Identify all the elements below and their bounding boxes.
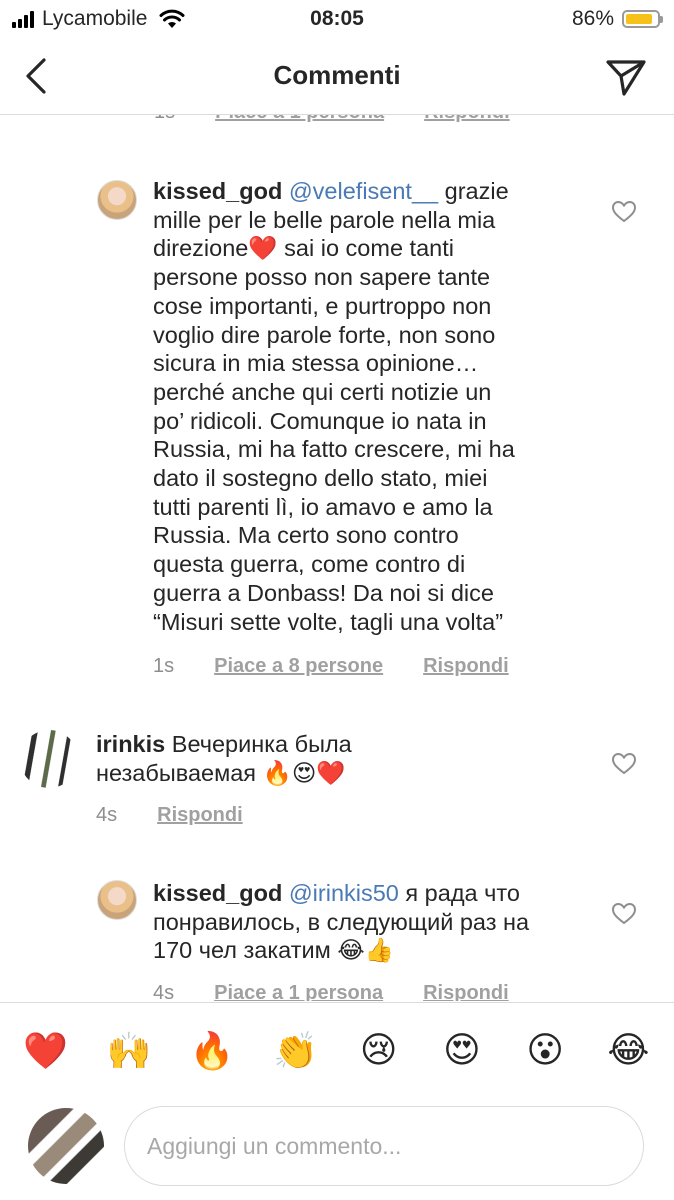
surprised-emoji-button[interactable]: 😮 — [515, 1030, 575, 1071]
comment-username[interactable]: irinkis — [96, 731, 165, 757]
comment-username[interactable]: kissed_god — [153, 880, 282, 906]
comment-time: 4s — [153, 982, 175, 1001]
comment-line: sicura in mia stessa opinione… — [153, 350, 479, 377]
likes-link[interactable]: Piace a 1 persona — [214, 982, 383, 1001]
comment-meta: 4s Piace a 1 persona Rispondi — [153, 982, 509, 1001]
comment-line: незабываемая 🔥😍❤️ — [96, 759, 346, 786]
direct-send-icon[interactable] — [604, 54, 648, 98]
my-avatar — [28, 1108, 104, 1184]
comment-meta-previous: 1s Piace a 1 persona Rispondi — [154, 115, 510, 124]
crying-emoji-button[interactable]: 😢 — [349, 1030, 409, 1071]
reply-button[interactable]: Rispondi — [157, 804, 243, 827]
comment-line: voglio dire parole forte, non sono — [153, 321, 496, 348]
heart-emoji-button[interactable]: ❤️ — [16, 1030, 76, 1072]
header: Commenti — [0, 40, 674, 115]
comment-line: persone posso non sapere tante — [153, 264, 491, 291]
comment-mention[interactable]: @irinkis50 — [289, 880, 399, 906]
reply-button[interactable]: Rispondi — [423, 982, 509, 1001]
comment-line: grazie — [438, 178, 509, 204]
fire-emoji-button[interactable]: 🔥 — [182, 1030, 242, 1072]
avatar[interactable] — [20, 730, 78, 788]
comment-line: mille per le belle parole nella mia — [153, 206, 496, 233]
comment-time: 1s — [154, 115, 175, 124]
comment-line: dato il sostegno dello stato, miei — [153, 465, 488, 492]
heart-icon[interactable] — [611, 199, 637, 225]
comment-line: perché anche qui certi notizie un — [153, 378, 492, 405]
comment-input[interactable] — [124, 1106, 644, 1186]
comment-line: “Misuri sette volte, tagli una volta” — [153, 608, 504, 635]
status-bar: Lycamobile 08:05 86% — [0, 0, 674, 40]
page-title: Commenti — [273, 60, 401, 90]
comment-body: kissed_god @velefisent__ grazie mille pe… — [153, 177, 593, 636]
raising-hands-emoji-button[interactable]: 🙌 — [99, 1030, 159, 1072]
heart-icon[interactable] — [611, 901, 637, 927]
comment-line: Вечеринка была — [165, 731, 352, 757]
likes-link[interactable]: Piace a 1 persona — [215, 115, 384, 124]
comment-meta: 1s Piace a 8 persone Rispondi — [153, 655, 509, 678]
comment-line: guerra a Donbass! Da noi si dice — [153, 579, 494, 606]
avatar[interactable] — [97, 880, 137, 920]
comment-time: 1s — [153, 655, 175, 677]
comment-line: я рада что — [398, 880, 520, 906]
comment-body: kissed_god @irinkis50 я рада что понрави… — [153, 879, 593, 965]
comment-composer — [0, 1100, 674, 1200]
likes-link[interactable]: Piace a 8 persone — [214, 655, 383, 678]
comment-time: 4s — [96, 804, 118, 826]
comments-list[interactable]: 1s Piace a 1 persona Rispondi kissed_god… — [0, 115, 674, 1001]
comment-line: cose importanti, e purtroppo non — [153, 292, 492, 319]
heart-eyes-emoji-button[interactable]: 😍 — [432, 1030, 492, 1071]
comment-line: Russia, mi ha fatto crescere, mi ha — [153, 436, 515, 463]
comment-username[interactable]: kissed_god — [153, 178, 282, 204]
battery-icon — [622, 10, 663, 28]
comment-line: 170 чел закатим 😂👍 — [153, 937, 395, 964]
reply-button[interactable]: Rispondi — [424, 115, 510, 124]
comment-line: questa guerra, come contro di — [153, 551, 466, 578]
comment-line: direzione❤️ sai io come tanti — [153, 235, 454, 262]
comment-line: понравилось, в следующий раз на — [153, 908, 530, 935]
clapping-emoji-button[interactable]: 👏 — [265, 1030, 325, 1072]
comment-mention[interactable]: @velefisent__ — [289, 178, 438, 204]
comment-line: Russia. Ma certo sono contro — [153, 522, 459, 549]
comment-body: irinkis Вечеринка была незабываемая 🔥😍❤️ — [96, 730, 596, 787]
battery-percent: 86% — [571, 7, 614, 30]
comment-meta: 4s Rispondi — [96, 804, 243, 827]
emoji-quick-bar: ❤️ 🙌 🔥 👏 😢 😍 😮 😂 — [0, 1002, 674, 1098]
comment-line: po’ ridicoli. Comunque io nata in — [153, 407, 487, 434]
tears-of-joy-emoji-button[interactable]: 😂 — [598, 1030, 658, 1071]
comment-line: tutti parenti lì, io amavo e amo la — [153, 493, 493, 520]
reply-button[interactable]: Rispondi — [423, 655, 509, 678]
heart-icon[interactable] — [611, 751, 637, 777]
avatar[interactable] — [97, 180, 137, 220]
